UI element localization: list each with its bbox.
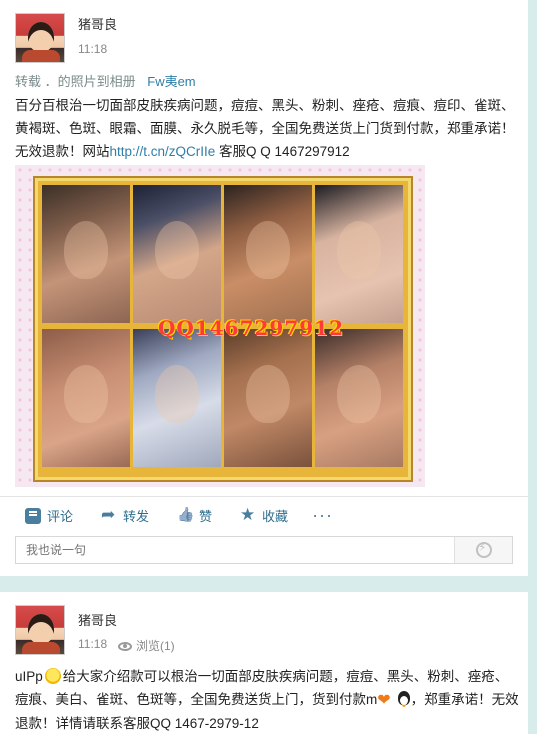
favorite-button[interactable]: 收藏 (240, 505, 289, 525)
feed-post: 猪哥良 11:18 转载 ．的照片到相册 Fw夷em 百分百根治一切面部皮肤疾病… (0, 0, 528, 576)
share-icon (101, 505, 117, 525)
comment-label: 评论 (47, 509, 74, 524)
post-time: 11:18 (78, 42, 108, 56)
collage-photo (224, 185, 312, 323)
avatar[interactable] (15, 13, 65, 63)
post-link[interactable]: http://t.cn/zQCrIIe (110, 144, 216, 159)
post-actions-bar: 评论 转发 赞 收藏 ··· (0, 496, 528, 534)
repost-info: 转载 ．的照片到相册 Fw夷em (15, 71, 196, 90)
collage-photo (224, 329, 312, 467)
like-label: 赞 (199, 509, 213, 524)
photo-collage-frame: QQ1467297912 (35, 178, 411, 480)
collage-photo (133, 329, 221, 467)
post-author[interactable]: 猪哥良 (78, 14, 117, 33)
post-text-start: uIPp (15, 669, 43, 684)
star-icon (240, 505, 256, 525)
collage-photo (133, 185, 221, 323)
send-icon (475, 541, 492, 558)
comment-submit-button[interactable] (454, 537, 512, 563)
repost-source-link[interactable]: Fw夷em (147, 74, 195, 89)
collage-photo (42, 185, 130, 323)
comment-box (15, 536, 513, 564)
post-photo[interactable]: QQ1467297912 (15, 165, 425, 487)
collage-photo (42, 329, 130, 467)
feed-post: 猪哥良 11:18 浏览(1) uIPp 给大家介绍款可以根治一切面部皮肤疾病问题… (0, 592, 528, 734)
photo-watermark: QQ1467297912 (158, 316, 345, 340)
collage-photo (315, 329, 403, 467)
repost-prefix: 转载 ．的照片到相册 (15, 74, 136, 89)
share-label: 转发 (123, 509, 150, 524)
sun-emoji-icon (44, 668, 61, 684)
view-count-label: 浏览(1) (136, 639, 175, 653)
share-button[interactable]: 转发 (101, 505, 150, 525)
like-icon (177, 508, 193, 524)
post-author[interactable]: 猪哥良 (78, 610, 117, 629)
post-text-contact: 客服Q Q 1467297912 (215, 144, 350, 159)
comment-button[interactable]: 评论 (25, 506, 73, 525)
view-count: 浏览(1) (118, 637, 175, 654)
favorite-label: 收藏 (262, 509, 289, 524)
heart-emoji-icon: ❤ (377, 692, 391, 709)
avatar[interactable] (15, 605, 65, 655)
post-time: 11:18 (78, 637, 108, 651)
post-text: uIPp 给大家介绍款可以根治一切面部皮肤疾病问题，痘痘、黑头、粉刺、痤疮、痘痕、… (15, 665, 520, 734)
more-options-button[interactable]: ··· (312, 505, 333, 526)
qq-penguin-emoji-icon (397, 691, 411, 707)
collage-photo (315, 185, 403, 323)
like-button[interactable]: 赞 (177, 506, 212, 525)
eye-icon (118, 642, 132, 651)
comment-icon (25, 507, 41, 524)
comment-input[interactable] (16, 537, 456, 563)
post-text: 百分百根治一切面部皮肤疾病问题，痘痘、黑头、粉刺、痤疮、痘痕、痘印、雀斑、黄褐斑… (15, 94, 520, 163)
